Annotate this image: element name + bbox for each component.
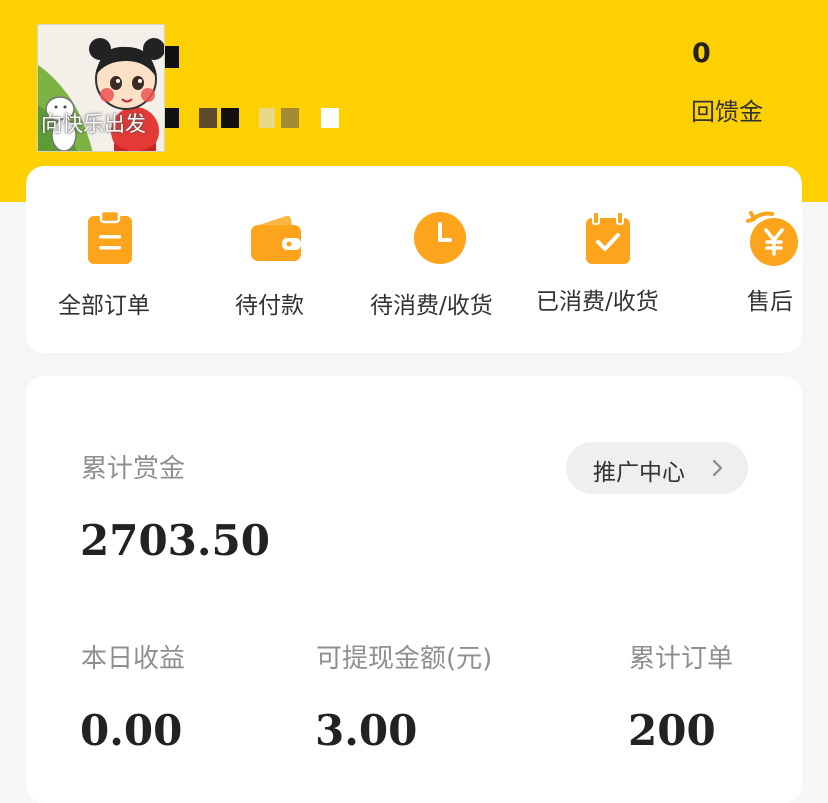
total-bounty-value: 2703.50 (80, 516, 270, 565)
today-earnings-value: 0.00 (80, 706, 183, 755)
order-tab-all[interactable]: 全部订单 (26, 166, 196, 353)
clock-icon (414, 212, 466, 264)
feedback-balance[interactable]: 0 回馈金 (680, 36, 780, 132)
promotion-center-button[interactable]: 推广中心 (566, 442, 748, 494)
withdrawable-amount-label: 可提现金额(元) (316, 644, 493, 674)
order-tab-to-consume[interactable]: 待消费/收货 (356, 166, 526, 353)
order-tab-consumed-label: 已消费/收货 (536, 289, 659, 315)
avatar-caption: 向快乐出发 (41, 112, 146, 136)
wallet-icon (251, 215, 301, 261)
order-tab-unpaid-label: 待付款 (235, 293, 304, 319)
today-earnings-label: 本日收益 (81, 644, 186, 674)
feedback-label: 回馈金 (691, 98, 763, 126)
check-clipboard-icon (586, 211, 630, 264)
chevron-right-icon (712, 459, 723, 477)
promotion-center-label: 推广中心 (593, 460, 685, 486)
order-tab-all-label: 全部订单 (58, 293, 150, 319)
order-tab-consumed[interactable]: 已消费/收货 (526, 166, 696, 353)
withdrawable-amount-value: 3.00 (315, 706, 418, 755)
total-orders-value: 200 (628, 706, 716, 755)
total-bounty-label: 累计赏金 (81, 454, 186, 484)
earnings-card: 累计赏金 2703.50 推广中心 本日收益 0.00 可提现金额(元) 3.0… (26, 376, 802, 803)
clipboard-icon (88, 209, 132, 264)
order-tab-to-consume-label: 待消费/收货 (370, 293, 493, 319)
feedback-value: 0 (692, 38, 711, 69)
order-tab-unpaid[interactable]: 待付款 (196, 166, 356, 353)
order-tab-after-sale[interactable]: 售后 (716, 166, 802, 353)
orders-card: 全部订单 待付款 待消费/收货 已消费/收货 售后 (26, 166, 802, 353)
avatar[interactable]: 向快乐出发 (37, 24, 165, 152)
yen-refund-icon (746, 211, 798, 266)
order-tab-after-sale-label: 售后 (747, 289, 793, 315)
total-orders-label: 累计订单 (629, 644, 734, 674)
